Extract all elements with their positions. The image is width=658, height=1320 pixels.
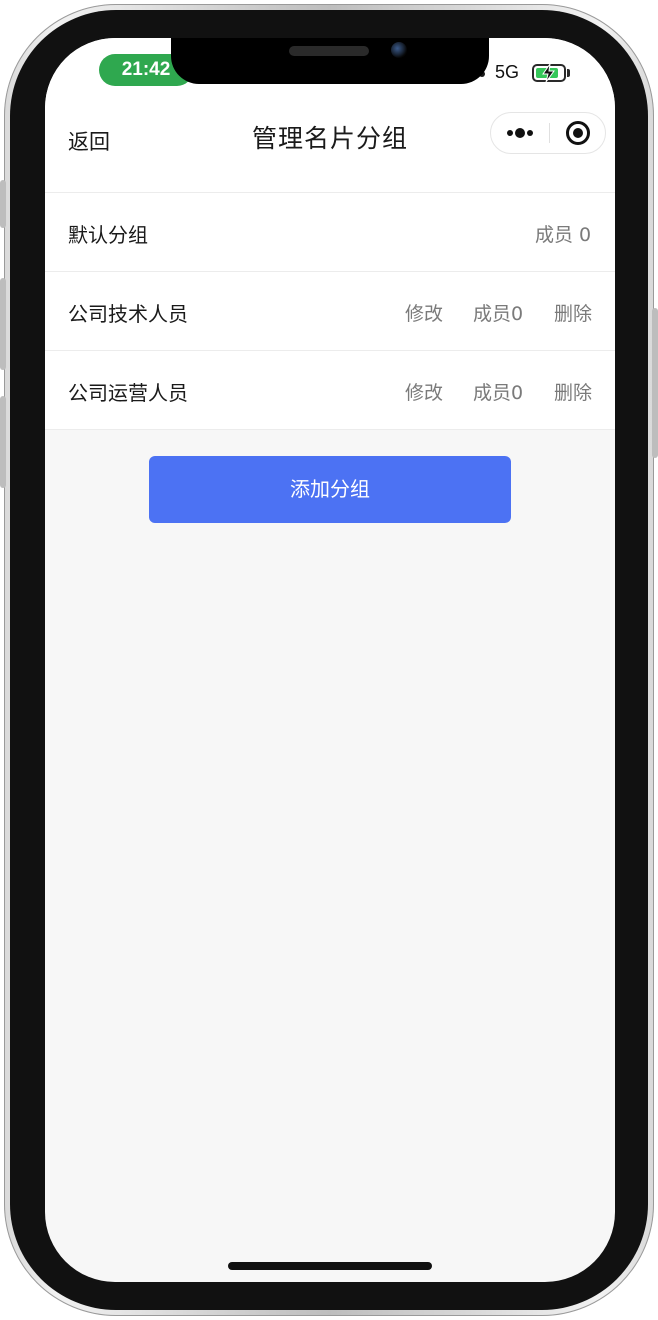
navigation-bar: 返回 管理名片分组 [45,96,615,193]
phone-power-button [652,308,658,458]
group-row-tech: 公司技术人员 修改 成员0 删除 [45,272,615,351]
group-member-count[interactable]: 成员0 [473,299,523,326]
more-dot [515,128,525,138]
group-name: 公司运营人员 [68,381,188,405]
phone-volume-down [0,396,6,488]
battery-cap [567,69,570,77]
phone-screen: 21:42 5G 返回 管理名片分组 默认分组 成员 0 公司技术人员 修改 成… [45,38,615,1282]
group-name: 默认分组 [68,223,148,247]
more-dot [527,130,533,136]
more-dot [507,130,513,136]
miniprogram-close-icon[interactable] [550,113,606,153]
delete-group-button[interactable]: 删除 [554,299,592,326]
charging-bolt-icon [542,63,555,83]
group-member-count[interactable]: 成员0 [473,378,523,405]
delete-group-button[interactable]: 删除 [554,378,592,405]
phone-volume-up [0,278,6,370]
group-list: 默认分组 成员 0 公司技术人员 修改 成员0 删除 公司运营人员 修改 成员0… [45,193,615,430]
group-name: 公司技术人员 [68,302,188,326]
add-group-button[interactable]: 添加分组 [149,456,511,523]
group-member-count: 成员 0 [535,224,592,246]
more-dots-icon[interactable] [491,113,549,153]
group-row-default: 默认分组 成员 0 [45,193,615,272]
close-core [573,128,583,138]
group-row-operations: 公司运营人员 修改 成员0 删除 [45,351,615,430]
home-indicator[interactable] [228,1262,432,1270]
miniprogram-capsule [490,112,606,154]
speaker-grille [289,46,369,56]
phone-notch [171,38,489,84]
edit-group-button[interactable]: 修改 [405,299,443,326]
front-camera [391,42,407,58]
edit-group-button[interactable]: 修改 [405,378,443,405]
network-type: 5G [495,62,520,82]
phone-mute-switch [0,180,6,228]
